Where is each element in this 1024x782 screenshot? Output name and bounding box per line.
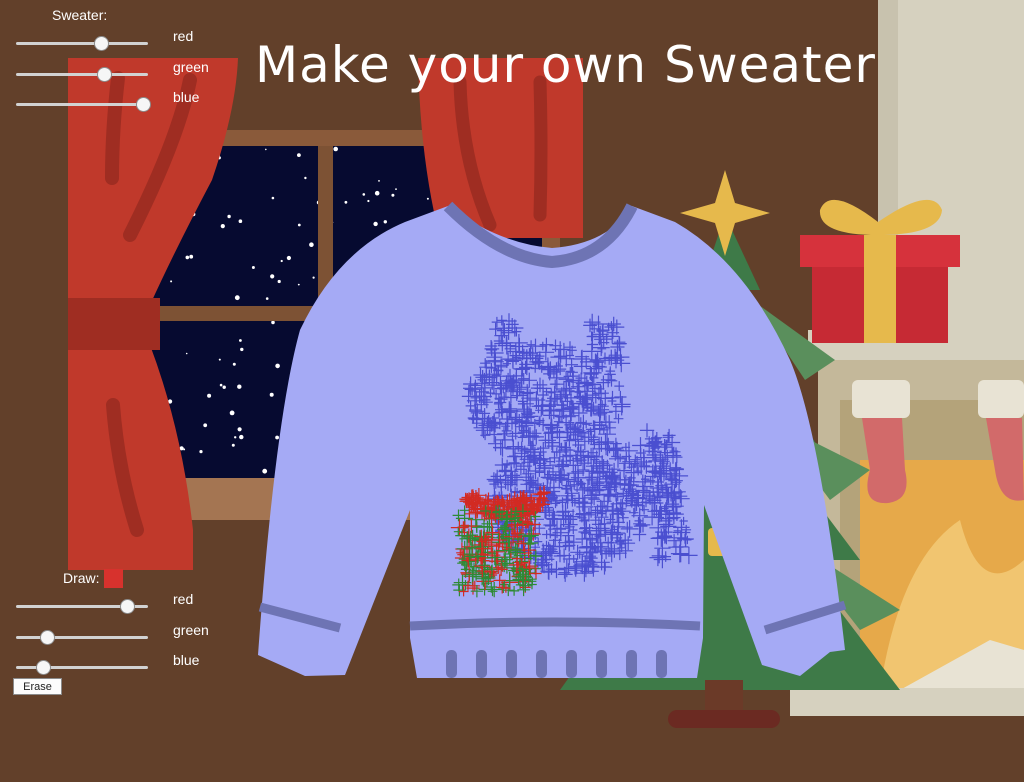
star [275, 435, 279, 440]
rib [476, 650, 487, 678]
rib [626, 650, 637, 678]
draw-blue-label: blue [173, 652, 200, 668]
star [270, 274, 275, 279]
star [275, 363, 280, 369]
star [170, 280, 173, 283]
star [227, 214, 231, 219]
star [304, 176, 307, 180]
star [239, 339, 242, 342]
star [199, 450, 203, 454]
star [219, 383, 223, 387]
star [207, 393, 212, 398]
draw-blue-slider[interactable] [16, 660, 148, 675]
star [222, 385, 226, 389]
sweater-label: Sweater: [52, 7, 108, 23]
star [269, 392, 274, 397]
star [297, 153, 301, 158]
slider-thumb[interactable] [40, 630, 56, 645]
star [229, 410, 235, 416]
star [189, 254, 194, 259]
draw-green-label: green [173, 622, 209, 638]
star [373, 221, 378, 227]
star [237, 427, 242, 432]
star [220, 224, 225, 229]
star [297, 283, 300, 286]
star [271, 320, 275, 325]
star [280, 259, 283, 263]
draw-red-slider[interactable] [16, 599, 148, 614]
page-title: Make your own Sweater [255, 36, 876, 94]
star [374, 190, 380, 196]
draw-color-swatch [104, 569, 123, 588]
sweater-red-slider[interactable] [16, 36, 148, 51]
sweater-green-slider[interactable] [16, 67, 148, 82]
star [265, 148, 267, 151]
slider-thumb[interactable] [35, 660, 51, 675]
sweater-blue-label: blue [173, 89, 200, 105]
star [309, 242, 314, 247]
star [203, 423, 208, 428]
game-stage: Make your own Sweater Sweater: red green… [0, 0, 1024, 782]
rib [446, 650, 457, 678]
rib [596, 650, 607, 678]
star [238, 219, 243, 223]
star [240, 347, 244, 352]
rib [656, 650, 667, 678]
rib [506, 650, 517, 678]
slider-thumb[interactable] [135, 97, 151, 112]
star [286, 255, 291, 261]
draw-label: Draw: [63, 570, 100, 586]
star [344, 200, 348, 204]
star [378, 180, 380, 182]
star [265, 297, 269, 300]
star [426, 197, 429, 200]
star [185, 352, 188, 355]
star [239, 434, 244, 440]
draw-red-label: red [173, 591, 194, 607]
star [367, 199, 370, 203]
star [185, 255, 190, 260]
rib [536, 650, 547, 678]
star [231, 443, 235, 447]
star [383, 220, 387, 224]
star [218, 358, 221, 361]
star [333, 146, 339, 152]
rib [566, 650, 577, 678]
star [277, 279, 281, 284]
star [262, 468, 268, 474]
star [251, 266, 255, 269]
slider-thumb[interactable] [97, 67, 112, 82]
star [395, 188, 397, 191]
sweater-green-label: green [173, 59, 209, 75]
sweater-blue-slider[interactable] [16, 97, 151, 112]
gift-box [800, 199, 960, 343]
star [271, 196, 275, 200]
star [312, 276, 315, 279]
star [297, 223, 301, 227]
draw-green-slider[interactable] [16, 630, 148, 645]
star [391, 193, 395, 197]
star [237, 384, 242, 389]
star [234, 295, 240, 301]
star [232, 362, 236, 366]
star [362, 193, 366, 196]
star [234, 436, 237, 439]
scene-background [0, 0, 1024, 782]
sweater-red-label: red [173, 28, 194, 44]
erase-button[interactable]: Erase [13, 678, 62, 695]
